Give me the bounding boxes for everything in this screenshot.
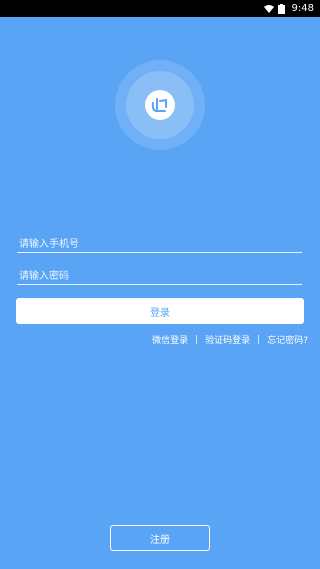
status-bar: 9:48 <box>0 0 320 17</box>
sms-code-login-link[interactable]: 验证码登录 <box>205 333 250 346</box>
password-field[interactable] <box>17 264 304 286</box>
battery-icon <box>277 3 288 14</box>
login-button[interactable]: 登录 <box>16 298 304 324</box>
phone-field[interactable] <box>17 232 304 254</box>
phone-input[interactable] <box>17 235 304 254</box>
login-options: 微信登录 | 验证码登录 | 忘记密码? <box>152 333 308 347</box>
register-button[interactable]: 注册 <box>110 525 210 551</box>
wifi-icon <box>263 4 274 14</box>
password-input[interactable] <box>17 267 304 286</box>
wechat-login-link[interactable]: 微信登录 <box>152 333 188 346</box>
separator: | <box>257 334 261 345</box>
heart-app-logo-icon <box>145 90 175 120</box>
status-time: 9:48 <box>291 3 314 14</box>
separator: | <box>195 334 199 345</box>
forgot-password-link[interactable]: 忘记密码? <box>267 333 308 346</box>
